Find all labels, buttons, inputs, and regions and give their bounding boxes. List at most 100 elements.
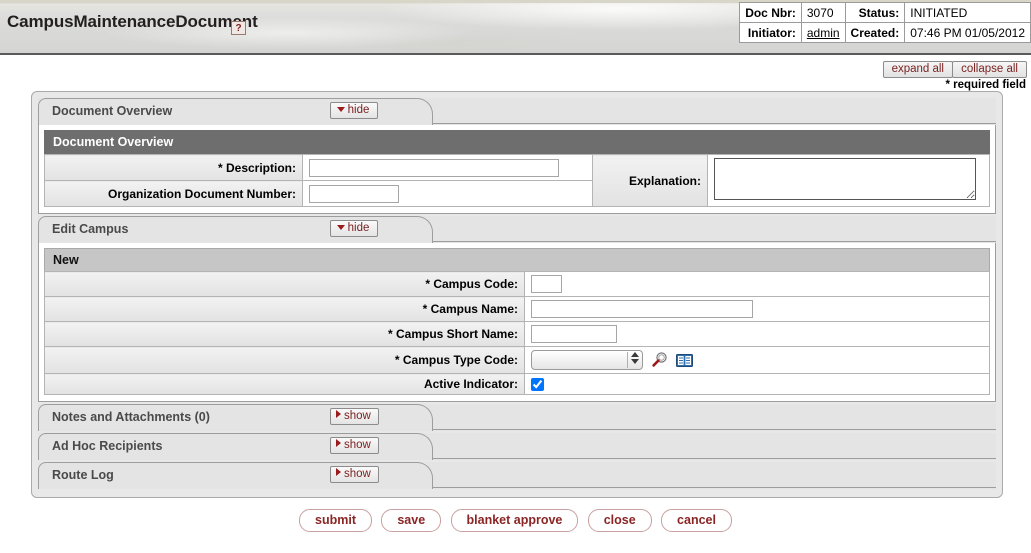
table-row: Initiator: admin Created: 07:46 PM 01/05… bbox=[739, 22, 1031, 43]
table-row: * Campus Code: bbox=[44, 271, 990, 297]
chevron-right-icon bbox=[336, 468, 341, 477]
magnifier-icon[interactable] bbox=[651, 352, 667, 368]
close-button[interactable]: close bbox=[587, 509, 652, 533]
blanket-approve-button[interactable]: blanket approve bbox=[450, 509, 579, 533]
tab-curve bbox=[407, 404, 433, 432]
table-row: * Campus Short Name: bbox=[44, 321, 990, 347]
status-value: INITIATED bbox=[904, 2, 1031, 23]
created-value: 07:46 PM 01/05/2012 bbox=[904, 22, 1031, 43]
save-button[interactable]: save bbox=[381, 509, 442, 533]
toggle-route-log-button[interactable]: show bbox=[330, 466, 379, 484]
chevron-right-icon bbox=[336, 439, 341, 448]
tab-curve bbox=[407, 216, 433, 243]
tab-rule bbox=[432, 241, 996, 242]
help-icon[interactable]: ? bbox=[231, 21, 246, 35]
toggle-edit-campus-button[interactable]: hide bbox=[330, 220, 378, 237]
subheader-new: New bbox=[44, 248, 990, 271]
tab-title-notes-and-attachments: Notes and Attachments (0) bbox=[52, 410, 210, 425]
table-row: * Campus Name: bbox=[44, 296, 990, 322]
section-document-overview: Document Overview hide Document Overview… bbox=[38, 98, 996, 214]
toggle-label: hide bbox=[347, 104, 370, 116]
explanation-cell bbox=[707, 154, 990, 207]
page-title: CampusMaintenanceDocument bbox=[7, 12, 258, 31]
section-route-log: Route Log show bbox=[38, 462, 996, 490]
active-indicator-cell bbox=[524, 372, 990, 396]
explanation-label: Explanation: bbox=[592, 154, 708, 207]
campus-short-name-input[interactable] bbox=[531, 325, 617, 343]
campus-name-label: * Campus Name: bbox=[44, 296, 525, 322]
section-body-document-overview: Document Overview * Description: Explana… bbox=[38, 125, 996, 214]
campus-name-input[interactable] bbox=[531, 300, 753, 318]
campus-short-name-label: * Campus Short Name: bbox=[44, 321, 525, 347]
tab-curve bbox=[407, 462, 433, 490]
org-doc-number-label: Organization Document Number: bbox=[44, 180, 303, 207]
chevron-down-icon bbox=[336, 225, 345, 230]
chevron-right-icon bbox=[336, 410, 341, 419]
tab-rule bbox=[432, 429, 996, 431]
document-panel: Document Overview hide Document Overview… bbox=[31, 91, 1003, 499]
campus-type-code-select[interactable] bbox=[531, 350, 643, 370]
toggle-label: show bbox=[344, 439, 371, 452]
toggle-document-overview-button[interactable]: hide bbox=[330, 102, 378, 119]
tab-rule bbox=[432, 487, 996, 489]
active-indicator-checkbox[interactable] bbox=[531, 378, 544, 392]
tab-header-notes-and-attachments: Notes and Attachments (0) show bbox=[38, 404, 996, 432]
required-field-note: * required field bbox=[945, 79, 1026, 91]
tab-header-route-log: Route Log show bbox=[38, 462, 996, 490]
campus-code-input[interactable] bbox=[531, 275, 562, 293]
description-input[interactable] bbox=[309, 158, 559, 177]
tab-rule bbox=[432, 123, 996, 124]
section-notes-and-attachments: Notes and Attachments (0) show bbox=[38, 404, 996, 432]
campus-name-cell bbox=[524, 296, 990, 322]
edit-campus-form: * Campus Code: * Campus Name: * Campus S… bbox=[44, 271, 990, 396]
expand-all-button[interactable]: expand all bbox=[882, 61, 953, 78]
section-ad-hoc-recipients: Ad Hoc Recipients show bbox=[38, 433, 996, 461]
org-doc-number-cell bbox=[302, 180, 593, 207]
tab-title-route-log: Route Log bbox=[52, 468, 114, 483]
created-label: Created: bbox=[844, 22, 906, 43]
toggle-label: show bbox=[344, 468, 371, 481]
expand-collapse-toolbar: expand all collapse all * required field bbox=[0, 55, 1031, 91]
table-row: * Description: Explanation: bbox=[44, 154, 990, 207]
campus-type-code-cell bbox=[524, 346, 990, 374]
doc-nbr-label: Doc Nbr: bbox=[739, 2, 802, 23]
table-row: * Campus Type Code: bbox=[44, 346, 990, 374]
toggle-notes-and-attachments-button[interactable]: show bbox=[330, 408, 379, 426]
cancel-button[interactable]: cancel bbox=[661, 509, 732, 533]
initiator-link[interactable]: admin bbox=[807, 26, 840, 40]
tab-rule bbox=[432, 458, 996, 460]
chevron-down-icon bbox=[336, 107, 345, 112]
table-row: Active Indicator: bbox=[44, 372, 990, 396]
campus-short-name-cell bbox=[524, 321, 990, 347]
tab-title-ad-hoc-recipients: Ad Hoc Recipients bbox=[52, 439, 163, 454]
initiator-label: Initiator: bbox=[739, 22, 802, 43]
toggle-ad-hoc-recipients-button[interactable]: show bbox=[330, 437, 379, 455]
tab-curve bbox=[407, 433, 433, 461]
submit-button[interactable]: submit bbox=[299, 509, 373, 533]
initiator-value[interactable]: admin bbox=[800, 22, 846, 43]
tab-header-document-overview: Document Overview hide bbox=[38, 98, 996, 125]
page-banner: CampusMaintenanceDocument ? Doc Nbr: 307… bbox=[0, 0, 1031, 55]
open-book-icon[interactable] bbox=[675, 353, 693, 368]
campus-code-label: * Campus Code: bbox=[44, 271, 525, 297]
org-doc-number-input[interactable] bbox=[309, 184, 399, 203]
active-indicator-label: Active Indicator: bbox=[44, 372, 525, 396]
table-row: Doc Nbr: 3070 Status: INITIATED bbox=[739, 2, 1031, 23]
subheader-document-overview: Document Overview bbox=[44, 130, 990, 154]
tab-header-edit-campus: Edit Campus hide bbox=[38, 216, 996, 243]
tab-title-document-overview: Document Overview bbox=[52, 104, 173, 118]
tab-header-ad-hoc-recipients: Ad Hoc Recipients show bbox=[38, 433, 996, 461]
collapse-all-button[interactable]: collapse all bbox=[952, 61, 1027, 78]
explanation-textarea[interactable] bbox=[714, 158, 976, 200]
campus-type-code-select-wrap bbox=[531, 350, 643, 370]
toggle-label: show bbox=[344, 410, 371, 423]
description-label: * Description: bbox=[44, 154, 303, 181]
section-body-edit-campus: New * Campus Code: * Campus Name: * Camp… bbox=[38, 243, 996, 403]
doc-nbr-value: 3070 bbox=[800, 2, 846, 23]
campus-type-code-label: * Campus Type Code: bbox=[44, 346, 525, 374]
document-overview-form: * Description: Explanation: Organization… bbox=[44, 154, 990, 207]
action-button-bar: submit save blanket approve close cancel bbox=[0, 509, 1031, 533]
document-info-table: Doc Nbr: 3070 Status: INITIATED Initiato… bbox=[739, 2, 1031, 43]
description-cell bbox=[302, 154, 593, 181]
toggle-label: hide bbox=[347, 222, 370, 234]
